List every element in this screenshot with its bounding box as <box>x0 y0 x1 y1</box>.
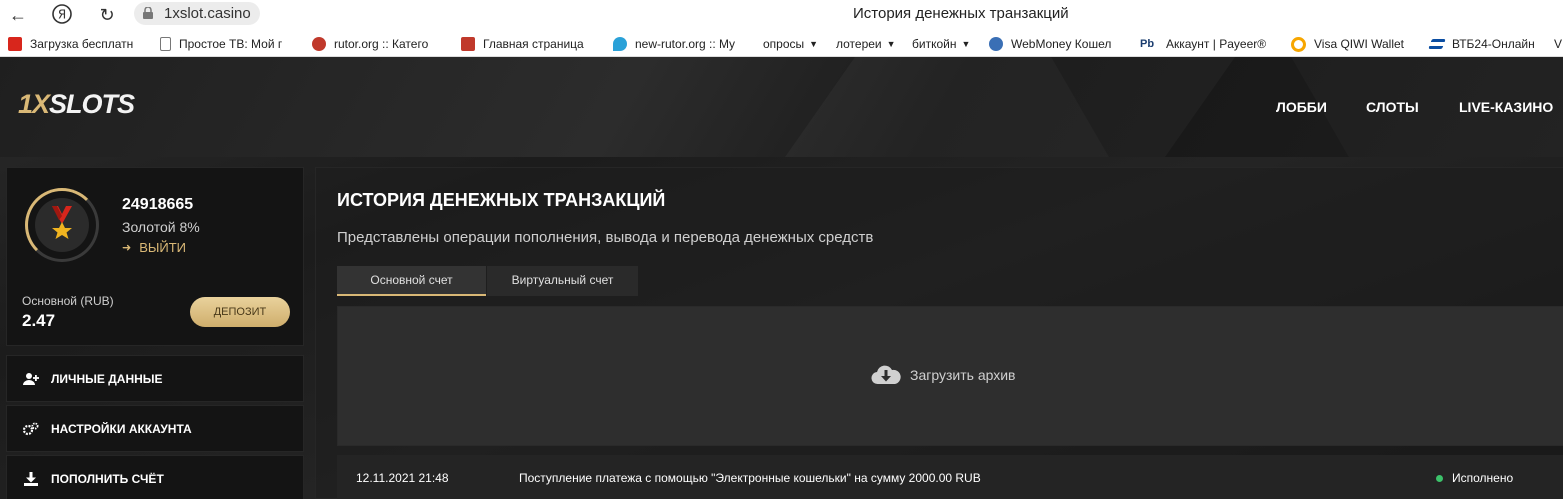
back-icon[interactable]: ← <box>6 3 30 27</box>
chevron-down-icon: ▼ <box>961 39 971 49</box>
tab-main-account[interactable]: Основной счет <box>337 266 486 296</box>
bookmark-overflow[interactable]: V <box>1554 36 1562 52</box>
url-text: 1xslot.casino <box>164 5 251 22</box>
logout-icon: ➜ <box>122 242 132 254</box>
level-badge <box>25 188 99 262</box>
webmoney-icon <box>989 37 1003 51</box>
bookmark-folder-bitcoin[interactable]: биткойн ▼ <box>912 36 970 52</box>
reload-icon[interactable]: ↻ <box>95 3 119 27</box>
bookmark-qiwi[interactable]: Visa QIWI Wallet <box>1291 36 1404 52</box>
sidebar-item-label: ЛИЧНЫЕ ДАННЫЕ <box>51 371 163 386</box>
sidebar-item-personal-data[interactable]: ЛИЧНЫЕ ДАННЫЕ <box>6 355 304 402</box>
bookmark-webmoney[interactable]: WebMoney Кошел <box>989 36 1111 52</box>
bookmark-label: Главная страница <box>483 37 584 51</box>
bookmark-label: WebMoney Кошел <box>1011 37 1112 51</box>
bookmark-label: опросы <box>763 37 805 51</box>
settings-icon <box>21 422 41 436</box>
bookmark-main-page[interactable]: Главная страница <box>461 36 584 52</box>
cloud-download-icon <box>871 365 901 385</box>
nav-live-casino[interactable]: LIVE-КАЗИНО <box>1459 99 1553 115</box>
sidebar-item-label: ПОПОЛНИТЬ СЧЁТ <box>51 471 164 486</box>
user-id: 24918665 <box>122 196 194 213</box>
site-logo[interactable]: 1XSLOTS <box>18 89 135 120</box>
chevron-down-icon: ▼ <box>809 39 819 49</box>
bookmark-label: V <box>1554 37 1563 51</box>
download-archive-button[interactable]: Загрузить архив <box>871 364 1016 386</box>
nav-slots[interactable]: СЛОТЫ <box>1366 99 1419 115</box>
site-header: 1XSLOTS ЛОББИ СЛОТЫ LIVE-КАЗИНО <box>0 57 1563 157</box>
balance-value: 2.47 <box>22 311 56 330</box>
chevron-down-icon: ▼ <box>886 39 896 49</box>
site-icon <box>461 37 475 51</box>
yandex-icon[interactable]: Я <box>50 3 74 27</box>
bookmark-label: Visa QIWI Wallet <box>1314 37 1405 51</box>
bookmark-payeer[interactable]: Pb Аккаунт | Payeer® <box>1140 36 1266 52</box>
transaction-description: Поступление платежа с помощью "Электронн… <box>519 471 981 485</box>
payeer-icon: Pb <box>1140 38 1155 50</box>
bookmark-vtb[interactable]: ВТБ24-Онлайн <box>1428 36 1535 52</box>
sidebar-item-label: НАСТРОЙКИ АККАУНТА <box>51 421 192 436</box>
sidebar-item-top-up[interactable]: ПОПОЛНИТЬ СЧЁТ <box>6 455 304 499</box>
bookmark-folder-lotteries[interactable]: лотереи ▼ <box>836 36 896 52</box>
transactions-panel: ИСТОРИЯ ДЕНЕЖНЫХ ТРАНЗАКЦИЙ Представлены… <box>315 167 1563 499</box>
rutor-icon <box>312 37 326 51</box>
download-icon <box>21 471 41 486</box>
balance-label: Основной (RUB) <box>22 294 114 308</box>
bookmark-label: ВТБ24-Онлайн <box>1452 37 1535 51</box>
adobe-icon <box>8 37 22 51</box>
table-row[interactable]: 12.11.2021 21:48 Поступление платежа с п… <box>337 455 1563 499</box>
bookmark-prostoetv[interactable]: Простое ТВ: Мой г <box>160 36 282 52</box>
svg-text:Я: Я <box>58 8 66 22</box>
bookmark-label: биткойн <box>912 37 957 51</box>
bookmark-label: лотереи <box>836 37 882 51</box>
nav-lobby[interactable]: ЛОББИ <box>1276 99 1327 115</box>
tab-virtual-account[interactable]: Виртуальный счет <box>487 266 638 296</box>
bookmark-label: rutor.org :: Катего <box>334 37 429 51</box>
bookmark-label: Аккаунт | Payeer® <box>1166 37 1267 51</box>
bookmark-label: Простое ТВ: Мой г <box>179 37 283 51</box>
browser-toolbar: ← Я ↻ 1xslot.casino История денежных тра… <box>0 0 1563 30</box>
page-title: ИСТОРИЯ ДЕНЕЖНЫХ ТРАНЗАКЦИЙ <box>337 190 666 210</box>
logout-label: ВЫЙТИ <box>139 240 187 255</box>
bookmark-folder-polls[interactable]: опросы ▼ <box>763 36 818 52</box>
deposit-button[interactable]: ДЕПОЗИТ <box>190 297 290 327</box>
page-icon <box>160 37 171 51</box>
medal-icon <box>52 206 72 239</box>
status-dot-icon <box>1436 474 1443 482</box>
bookmark-adobe[interactable]: Загрузка бесплатн <box>8 36 133 52</box>
status-label: Исполнено <box>1452 471 1514 485</box>
sidebar-item-account-settings[interactable]: НАСТРОЙКИ АККАУНТА <box>6 405 304 452</box>
bookmark-rutor[interactable]: rutor.org :: Катего <box>312 36 428 52</box>
qiwi-icon <box>1291 36 1306 52</box>
address-bar[interactable]: 1xslot.casino <box>134 2 260 25</box>
profile-card: 24918665 Золотой 8% ➜ ВЫЙТИ Основной (RU… <box>6 167 304 346</box>
transaction-date: 12.11.2021 21:48 <box>356 471 449 485</box>
bookmark-label: new-rutor.org :: Мy <box>635 37 736 51</box>
site-page: 1XSLOTS ЛОББИ СЛОТЫ LIVE-КАЗИНО 24918665… <box>0 57 1563 499</box>
loyalty-level: Золотой 8% <box>122 219 200 235</box>
pin-icon <box>613 37 627 51</box>
download-archive-label: Загрузить архив <box>910 367 1016 383</box>
archive-area: Загрузить архив <box>337 306 1563 446</box>
page-subtitle: Представлены операции пополнения, вывода… <box>337 229 874 246</box>
bookmark-new-rutor[interactable]: new-rutor.org :: Мy <box>613 36 735 52</box>
bookmark-label: Загрузка бесплатн <box>30 37 134 51</box>
logout-link[interactable]: ➜ ВЫЙТИ <box>122 240 186 255</box>
page-tab-title: История денежных транзакций <box>853 5 1069 22</box>
lock-icon <box>143 7 153 19</box>
bookmarks-bar: Загрузка бесплатн Простое ТВ: Мой г ruto… <box>0 30 1563 57</box>
vtb-icon <box>1428 39 1446 49</box>
status-badge: Исполнено <box>1436 471 1513 485</box>
user-add-icon <box>21 372 41 386</box>
